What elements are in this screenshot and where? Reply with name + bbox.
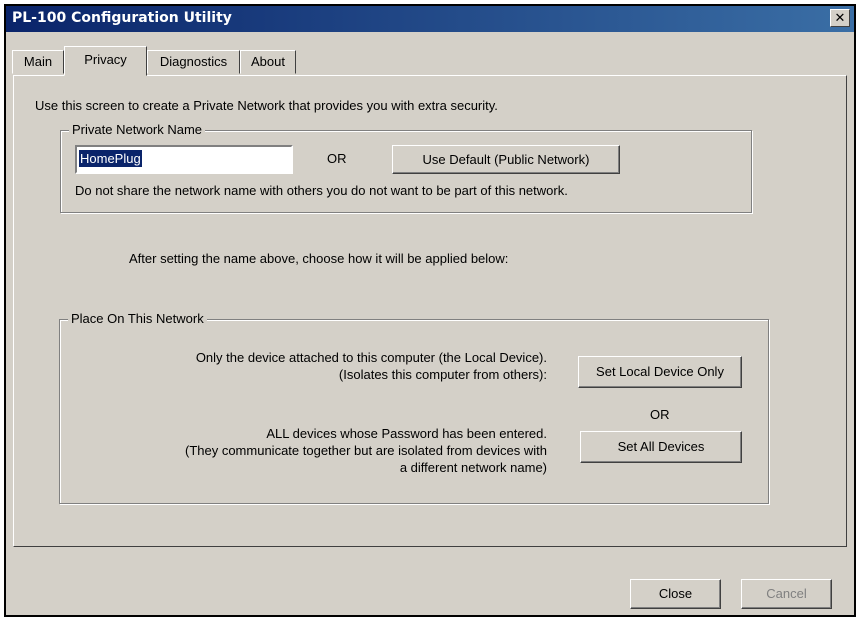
network-name-hint: Do not share the network name with other… [75, 183, 568, 198]
place-on-network-group: Place On This Network Only the device at… [59, 311, 769, 504]
set-local-device-only-button[interactable]: Set Local Device Only [578, 356, 742, 388]
intro-text: Use this screen to create a Private Netw… [35, 98, 498, 113]
close-button[interactable]: Close [630, 579, 721, 609]
local-device-desc-line1: Only the device attached to this compute… [195, 350, 547, 365]
all-devices-desc-line2: (They communicate together but are isola… [184, 443, 547, 458]
or-label: OR [327, 151, 347, 166]
window-title: PL-100 Configuration Utility [12, 10, 232, 26]
or-label-2: OR [650, 407, 670, 422]
all-devices-desc-line1: ALL devices whose Password has been ente… [266, 426, 547, 441]
tab-privacy[interactable]: Privacy [64, 46, 147, 76]
privacy-panel: Use this screen to create a Private Netw… [13, 75, 847, 547]
place-on-network-legend: Place On This Network [68, 311, 207, 326]
all-devices-desc-line3: a different network name) [399, 460, 547, 475]
tab-main[interactable]: Main [12, 50, 64, 74]
after-setting-text: After setting the name above, choose how… [129, 251, 509, 266]
network-name-input[interactable]: HomePlug [75, 145, 293, 174]
title-bar[interactable]: PL-100 Configuration Utility ✕ [6, 6, 854, 32]
tab-diagnostics[interactable]: Diagnostics [147, 50, 240, 74]
use-default-button[interactable]: Use Default (Public Network) [392, 145, 620, 174]
set-all-devices-button[interactable]: Set All Devices [580, 431, 742, 463]
network-name-value: HomePlug [79, 150, 142, 167]
dialog-window: PL-100 Configuration Utility ✕ Main Priv… [4, 4, 856, 617]
cancel-button[interactable]: Cancel [741, 579, 832, 609]
local-device-desc-line2: (Isolates this computer from others): [338, 367, 547, 382]
close-icon[interactable]: ✕ [830, 9, 850, 27]
private-network-name-legend: Private Network Name [69, 122, 206, 137]
tab-about[interactable]: About [240, 50, 296, 74]
private-network-name-group: Private Network Name HomePlug OR Use Def… [60, 122, 752, 213]
